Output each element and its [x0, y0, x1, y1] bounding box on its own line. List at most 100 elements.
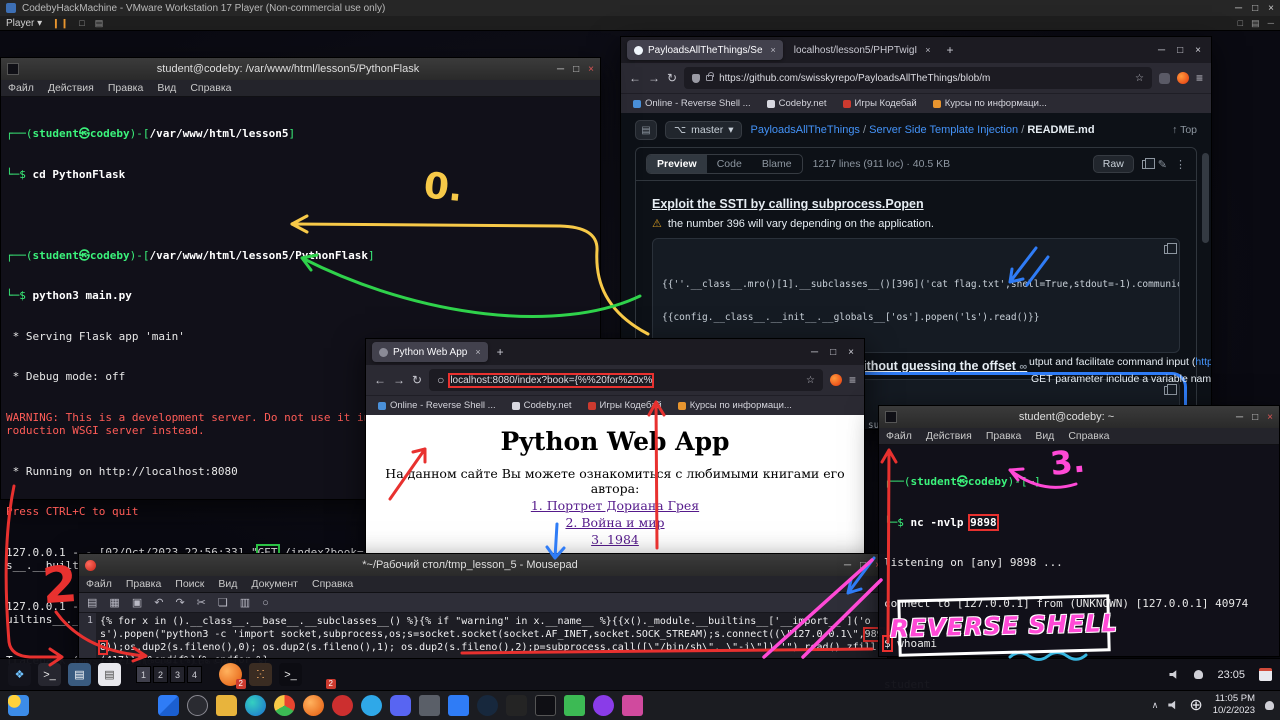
window-minimize[interactable]: ─	[557, 64, 564, 75]
window-maximize[interactable]: □	[1177, 45, 1183, 56]
taskbar-app-paw-icon[interactable]: ⵘ	[249, 663, 272, 686]
bookmark-online-reverse-shell[interactable]: Online - Reverse Shell ...	[378, 400, 496, 411]
tab-payloadsallthethings[interactable]: PayloadsAllTheThings/Se ×	[627, 40, 783, 60]
save-icon[interactable]: ▣	[132, 596, 142, 609]
back-icon[interactable]: ←	[629, 71, 641, 85]
edit-pencil-icon[interactable]: ✎	[1158, 158, 1167, 171]
tracking-shield-icon[interactable]	[692, 74, 700, 83]
vmware-titlebar[interactable]: CodebyHackMachine - VMware Workstation 1…	[0, 0, 1280, 16]
calendar-icon[interactable]	[1259, 668, 1272, 681]
bookmark-games[interactable]: Игры Кодебай	[843, 98, 917, 109]
workspace-3[interactable]: 3	[170, 666, 185, 683]
host-icon-paint[interactable]	[622, 695, 643, 716]
window-minimize[interactable]: ─	[1158, 45, 1165, 56]
forward-icon[interactable]: →	[393, 373, 405, 387]
search-icon[interactable]: ○	[262, 597, 269, 609]
host-icon-file-explorer[interactable]	[216, 695, 237, 716]
window-minimize[interactable]: ─	[811, 347, 818, 358]
host-icon-widgets[interactable]	[8, 695, 29, 716]
host-icon-vmware[interactable]	[419, 695, 440, 716]
branch-selector[interactable]: ⌥ master ▾	[665, 121, 742, 139]
workspace-1[interactable]: 1	[136, 666, 151, 683]
tray-expand-icon[interactable]: ∧	[1152, 700, 1159, 711]
volume-icon[interactable]	[1169, 670, 1180, 680]
close-tab-icon[interactable]: ×	[771, 45, 776, 55]
menu-item[interactable]: Действия	[41, 82, 101, 94]
host-clock[interactable]: 11:05 PM 10/2/2023	[1213, 693, 1255, 717]
undo-icon[interactable]: ↶	[154, 596, 163, 609]
reload-icon[interactable]: ↻	[412, 373, 422, 387]
open-file-icon[interactable]: ▦	[109, 596, 119, 609]
player-menu[interactable]: Player ▾	[6, 18, 42, 29]
window-maximize[interactable]: □	[573, 64, 579, 75]
close-tab-icon[interactable]: ×	[475, 347, 480, 357]
terminal-titlebar[interactable]: student@codeby: /var/www/html/lesson5/Py…	[1, 58, 600, 80]
copy-icon[interactable]: ❏	[218, 596, 228, 609]
host-icon-notepad[interactable]	[564, 695, 585, 716]
breadcrumb-repo-link[interactable]: PayloadsAllTheThings	[750, 124, 859, 136]
taskbar-firefox-icon[interactable]: 2	[219, 663, 242, 686]
host-volume-icon[interactable]	[1168, 700, 1179, 710]
back-to-top-link[interactable]: ↑ Top	[1172, 124, 1197, 136]
vmware-close-button[interactable]: ×	[1268, 3, 1274, 14]
bookmark-star-icon[interactable]: ☆	[1135, 73, 1144, 84]
paste-icon[interactable]: ▥	[240, 596, 250, 609]
tab-localhost-phptwig[interactable]: localhost/lesson5/PHPTwigI ×	[787, 40, 938, 60]
close-tab-icon[interactable]: ×	[925, 45, 930, 55]
pause-vm-icon[interactable]: ❙❙	[52, 18, 69, 29]
bookmark-games[interactable]: Игры Кодебай	[588, 400, 662, 411]
back-icon[interactable]: ←	[374, 373, 386, 387]
tab-python-web-app[interactable]: Python Web App ×	[372, 342, 488, 362]
menu-item[interactable]: Файл	[1, 82, 41, 94]
window-maximize[interactable]: □	[1252, 412, 1258, 423]
menu-item[interactable]: Файл	[879, 430, 919, 442]
bookmark-codeby[interactable]: Codeby.net	[512, 400, 572, 411]
host-icon-edge[interactable]	[245, 695, 266, 716]
mousepad-editor[interactable]: 1 {% for x in ().__class__.__base__.__su…	[79, 613, 887, 659]
host-icon-discord[interactable]	[390, 695, 411, 716]
window-maximize[interactable]: □	[830, 347, 836, 358]
taskbar-files-icon[interactable]: ▤	[68, 663, 91, 686]
mousepad-titlebar[interactable]: *~/Рабочий стол/tmp_lesson_5 - Mousepad …	[79, 554, 887, 576]
host-icon-start[interactable]	[158, 695, 179, 716]
menu-item[interactable]: Правка	[101, 82, 150, 94]
window-close[interactable]: ×	[1267, 412, 1273, 423]
new-file-icon[interactable]: ▤	[87, 596, 97, 609]
kali-menu-icon[interactable]: ❖	[8, 663, 31, 686]
workspace-2[interactable]: 2	[153, 666, 168, 683]
book-link-2[interactable]: 2. Война и мир	[366, 515, 864, 530]
tab-code[interactable]: Code	[707, 155, 752, 173]
workspace-4[interactable]: 4	[187, 666, 202, 683]
redo-icon[interactable]: ↷	[175, 596, 184, 609]
host-icon-obs[interactable]	[593, 695, 614, 716]
raw-button[interactable]: Raw	[1093, 155, 1134, 173]
bookmark-online-reverse-shell[interactable]: Online - Reverse Shell ...	[633, 98, 751, 109]
cut-icon[interactable]: ✂	[197, 596, 206, 609]
host-icon-vscode[interactable]	[448, 695, 469, 716]
copy-file-icon[interactable]	[1142, 160, 1150, 169]
host-network-icon[interactable]: ⊕	[1189, 695, 1202, 715]
vm-clock[interactable]: 23:05	[1217, 669, 1245, 681]
window-minimize[interactable]: ─	[1236, 412, 1243, 423]
taskbar-terminal-icon[interactable]: >_	[38, 663, 61, 686]
menu-item[interactable]: Справка	[183, 82, 238, 94]
host-icon-epic[interactable]	[506, 695, 527, 716]
menu-item[interactable]: Действия	[919, 430, 979, 442]
twitter-link[interactable]: https://twitter.com/SecGus	[1195, 356, 1211, 368]
bookmark-codeby[interactable]: Codeby.net	[767, 98, 827, 109]
menu-item[interactable]: Поиск	[168, 578, 211, 590]
host-icon-telegram[interactable]	[361, 695, 382, 716]
notifications-icon[interactable]	[1194, 670, 1203, 679]
reload-icon[interactable]: ↻	[667, 71, 677, 85]
kebab-menu-icon[interactable]: ⋮	[1175, 158, 1186, 171]
window-minimize[interactable]: ─	[844, 560, 851, 571]
host-icon-opera[interactable]	[332, 695, 353, 716]
editor-text[interactable]: {% for x in ().__class__.__base__.__subc…	[96, 613, 887, 659]
book-link-1[interactable]: 1. Портрет Дориана Грея	[366, 498, 864, 513]
bookmark-star-icon[interactable]: ☆	[806, 375, 815, 386]
window-maximize[interactable]: □	[860, 560, 866, 571]
window-close[interactable]: ×	[1195, 45, 1201, 56]
menu-item[interactable]: Правка	[119, 578, 168, 590]
menu-item[interactable]: Справка	[305, 578, 360, 590]
extension-icon[interactable]	[1159, 73, 1170, 84]
